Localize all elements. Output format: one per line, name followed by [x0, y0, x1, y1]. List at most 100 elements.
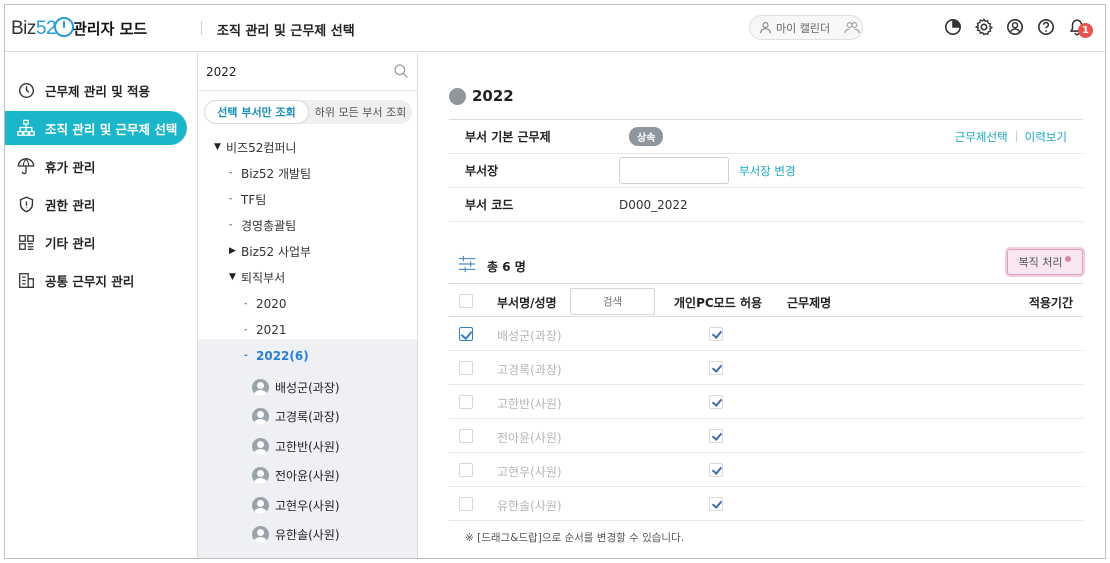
- caret-down-icon[interactable]: ▼: [229, 272, 241, 282]
- col-work-header: 근무제명: [787, 296, 832, 310]
- tree-node-2021[interactable]: - 2021: [198, 317, 417, 343]
- table-row[interactable]: 고경록(과장): [449, 351, 1083, 385]
- dept-icon: [449, 87, 466, 105]
- member-name-cell: 배성군(과장): [497, 329, 562, 343]
- my-calendar-label: 마이 캘린더: [776, 21, 831, 35]
- nav-item-org-management[interactable]: 조직 관리 및 근무제 선택: [5, 111, 187, 145]
- manager-value-wrap: 부서장 변경: [619, 157, 796, 184]
- tree-node-2022[interactable]: - 2022(6): [198, 343, 417, 369]
- tree-dash: -: [244, 325, 248, 335]
- member-table: 부서명/성명 개인PC모드 허용 근무제명 적용기간 배성군(과장) 고경록(과…: [449, 283, 1083, 521]
- select-all-checkbox[interactable]: [459, 294, 473, 308]
- tree-member[interactable]: 배성군(과장): [252, 373, 340, 401]
- dept-code-value: D000_2022: [619, 197, 688, 212]
- row-checkbox[interactable]: [459, 361, 473, 375]
- pc-mode-checkbox[interactable]: [709, 361, 723, 375]
- nav-item-label: 조직 관리 및 근무제 선택: [45, 121, 178, 137]
- selected-dept-only-tab[interactable]: 선택 부서만 조회: [204, 100, 309, 124]
- pc-mode-checkbox[interactable]: [709, 463, 723, 477]
- tree-node-label: 경영총괄팀: [241, 218, 297, 233]
- pc-mode-checkbox[interactable]: [709, 327, 723, 341]
- member-toolbar: 총 6 명 복직 처리: [449, 249, 1083, 281]
- member-name-cell: 고경록(과장): [497, 363, 562, 377]
- member-name: 고한반(사원): [275, 439, 340, 454]
- pc-mode-checkbox[interactable]: [709, 497, 723, 511]
- tree-member[interactable]: 고경록(과장): [252, 402, 340, 430]
- tree-node-retired[interactable]: ▼ 퇴직부서: [198, 264, 417, 290]
- filter-icon[interactable]: [457, 255, 477, 276]
- tree-node-label: 2021: [256, 323, 287, 337]
- member-name: 고현우(사원): [275, 498, 340, 513]
- building-icon: [17, 271, 35, 289]
- tree-node-management[interactable]: - 경영총괄팀: [198, 212, 417, 238]
- account-icon[interactable]: [1005, 17, 1025, 37]
- tree-member[interactable]: 고현우(사원): [252, 491, 340, 519]
- table-row[interactable]: 유한솔(사원): [449, 487, 1083, 521]
- dept-code-label: 부서 코드: [465, 198, 514, 212]
- nav-item-label: 근무제 관리 및 적용: [45, 83, 151, 99]
- table-row[interactable]: 고한반(사원): [449, 385, 1083, 419]
- grid-icon: [17, 233, 35, 251]
- tree-node-label: TF팀: [241, 192, 267, 207]
- link-divider: [1015, 131, 1017, 142]
- top-header: Biz52 관리자 모드 조직 관리 및 근무제 선택 마이 캘린더 1: [5, 5, 1105, 52]
- nav-item-label: 권한 관리: [45, 197, 96, 213]
- table-row[interactable]: 고현우(사원): [449, 453, 1083, 487]
- member-name: 전아윤(사원): [275, 468, 340, 483]
- reinstate-button[interactable]: 복직 처리: [1007, 249, 1083, 275]
- nav-item-workplace[interactable]: 공통 근무지 관리: [5, 263, 187, 297]
- umbrella-icon: [17, 157, 35, 175]
- users-icon: [844, 22, 860, 34]
- change-manager-link[interactable]: 부서장 변경: [739, 163, 796, 179]
- tree-node-company[interactable]: ▼ 비즈52컴퍼니: [198, 134, 417, 160]
- caret-right-icon[interactable]: ▶: [229, 246, 241, 256]
- tree-node-business[interactable]: ▶ Biz52 사업부: [198, 238, 417, 264]
- org-tree-panel: 선택 부서만 조회 하위 모든 부서 조회 ▼ 비즈52컴퍼니 - Biz52 …: [198, 53, 418, 558]
- tree-node-tf-team[interactable]: - TF팀: [198, 186, 417, 212]
- bell-icon[interactable]: 1: [1067, 17, 1093, 38]
- manager-input[interactable]: [619, 157, 729, 184]
- tree-member[interactable]: 고한반(사원): [252, 432, 340, 460]
- gear-icon[interactable]: [974, 17, 994, 37]
- caret-down-icon[interactable]: ▼: [214, 142, 226, 152]
- inherit-badge: 상속: [629, 127, 664, 146]
- nav-item-work-system[interactable]: 근무제 관리 및 적용: [5, 73, 187, 107]
- row-checkbox[interactable]: [459, 429, 473, 443]
- tree-dash: -: [244, 351, 248, 361]
- tree-node-label: Biz52 개발팀: [241, 166, 312, 181]
- row-checkbox[interactable]: [459, 327, 473, 341]
- help-icon[interactable]: [1036, 17, 1056, 37]
- name-search-input[interactable]: [570, 288, 655, 315]
- pc-mode-checkbox[interactable]: [709, 395, 723, 409]
- select-work-link[interactable]: 근무제선택: [955, 129, 1008, 145]
- notification-badge: 1: [1078, 23, 1093, 38]
- nav-item-misc[interactable]: 기타 관리: [5, 225, 187, 259]
- page-title: 조직 관리 및 근무제 선택: [217, 24, 355, 39]
- row-checkbox[interactable]: [459, 497, 473, 511]
- tree-dash: -: [229, 220, 233, 230]
- app-window: Biz52 관리자 모드 조직 관리 및 근무제 선택 마이 캘린더 1 근무제…: [4, 4, 1106, 559]
- history-link[interactable]: 이력보기: [1025, 129, 1067, 145]
- tree-node-dev-team[interactable]: - Biz52 개발팀: [198, 160, 417, 186]
- tree-member[interactable]: 유한솔(사원): [252, 520, 340, 548]
- nav-item-permissions[interactable]: 권한 관리: [5, 187, 187, 221]
- avatar-icon: [252, 525, 269, 543]
- tree-member[interactable]: 전아윤(사원): [252, 461, 340, 489]
- row-checkbox[interactable]: [459, 463, 473, 477]
- member-name-cell: 고한반(사원): [497, 397, 562, 411]
- pie-chart-icon[interactable]: [943, 17, 963, 37]
- tree-node-2020[interactable]: - 2020: [198, 291, 417, 317]
- pc-mode-checkbox[interactable]: [709, 429, 723, 443]
- nav-item-leave[interactable]: 휴가 관리: [5, 149, 187, 183]
- table-row[interactable]: 배성군(과장): [449, 317, 1083, 351]
- my-calendar-button[interactable]: 마이 캘린더: [749, 15, 863, 40]
- all-sub-dept-tab[interactable]: 하위 모든 부서 조회: [309, 100, 412, 124]
- biz52-logo[interactable]: Biz52: [11, 17, 75, 41]
- table-row[interactable]: 전아윤(사원): [449, 419, 1083, 453]
- avatar-icon: [252, 466, 269, 484]
- tree-dash: -: [229, 194, 233, 204]
- tree-search-input[interactable]: [206, 62, 386, 82]
- search-icon[interactable]: [393, 63, 409, 82]
- row-checkbox[interactable]: [459, 395, 473, 409]
- tree-node-label: 비즈52컴퍼니: [226, 140, 297, 155]
